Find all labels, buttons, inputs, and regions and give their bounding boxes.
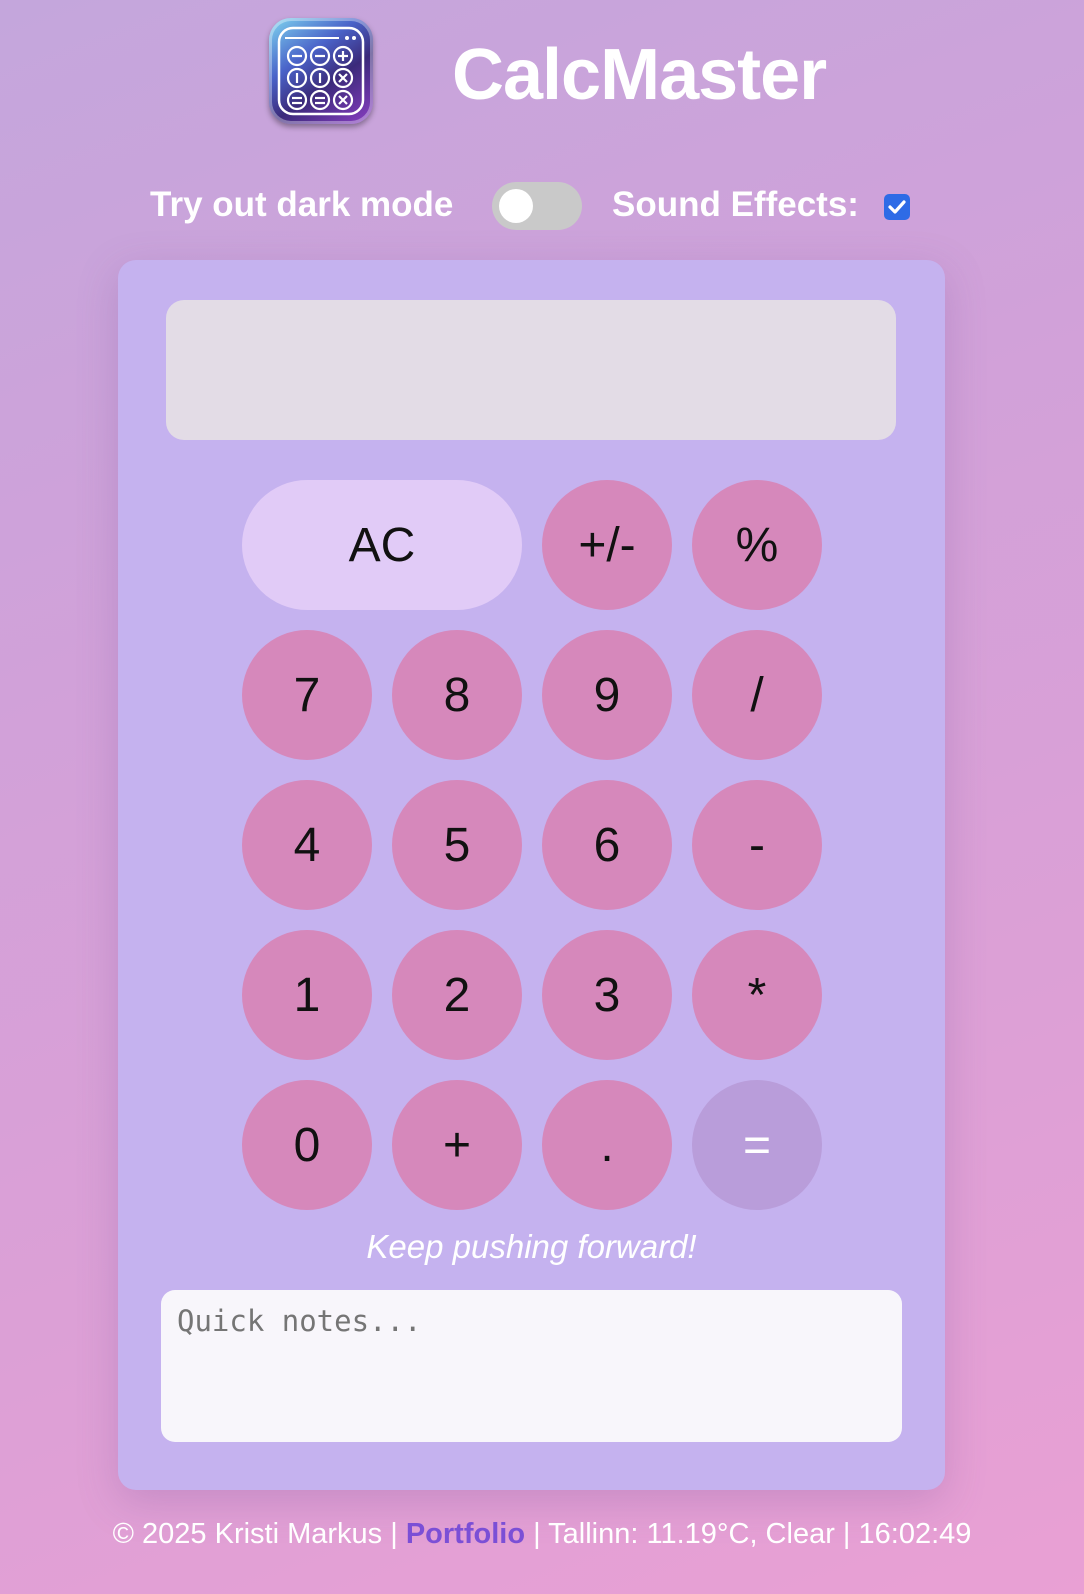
settings-row: Try out dark mode Sound Effects: xyxy=(0,182,1084,232)
app-title: CalcMaster xyxy=(452,35,827,115)
calculator-panel: AC +/- % 7 8 9 / 4 5 6 - 1 2 3 * 0 + . =… xyxy=(118,260,945,1490)
digit-1-button[interactable]: 1 xyxy=(242,930,372,1060)
quick-notes-textarea[interactable] xyxy=(161,1290,902,1442)
digit-3-button[interactable]: 3 xyxy=(542,930,672,1060)
equals-button[interactable]: = xyxy=(692,1080,822,1210)
motivation-text: Keep pushing forward! xyxy=(366,1228,697,1265)
portfolio-link[interactable]: Portfolio xyxy=(406,1518,525,1550)
sound-effects-label: Sound Effects: xyxy=(612,185,859,224)
decimal-button[interactable]: . xyxy=(542,1080,672,1210)
percent-button[interactable]: % xyxy=(692,480,822,610)
dark-mode-toggle[interactable] xyxy=(492,182,582,230)
digit-7-button[interactable]: 7 xyxy=(242,630,372,760)
digit-9-button[interactable]: 9 xyxy=(542,630,672,760)
checkmark-icon xyxy=(888,200,906,214)
footer: © 2025 Kristi Markus | Portfolio | Talli… xyxy=(0,1518,1084,1551)
digit-0-button[interactable]: 0 xyxy=(242,1080,372,1210)
digit-5-button[interactable]: 5 xyxy=(392,780,522,910)
digit-4-button[interactable]: 4 xyxy=(242,780,372,910)
divide-button[interactable]: / xyxy=(692,630,822,760)
multiply-button[interactable]: * xyxy=(692,930,822,1060)
digit-6-button[interactable]: 6 xyxy=(542,780,672,910)
footer-copyright: © 2025 Kristi Markus | xyxy=(112,1518,406,1550)
digit-8-button[interactable]: 8 xyxy=(392,630,522,760)
calculator-display xyxy=(166,300,896,440)
digit-2-button[interactable]: 2 xyxy=(392,930,522,1060)
minus-button[interactable]: - xyxy=(692,780,822,910)
sound-effects-checkbox[interactable] xyxy=(884,194,910,220)
dark-mode-label: Try out dark mode xyxy=(150,185,454,224)
ac-button[interactable]: AC xyxy=(242,480,522,610)
header: CalcMaster xyxy=(0,16,1084,126)
plus-button[interactable]: + xyxy=(392,1080,522,1210)
calculator-app-icon xyxy=(269,18,373,124)
plus-minus-button[interactable]: +/- xyxy=(542,480,672,610)
footer-weather-time: | Tallinn: 11.19°C, Clear | 16:02:49 xyxy=(525,1518,972,1550)
toggle-knob xyxy=(499,189,533,223)
